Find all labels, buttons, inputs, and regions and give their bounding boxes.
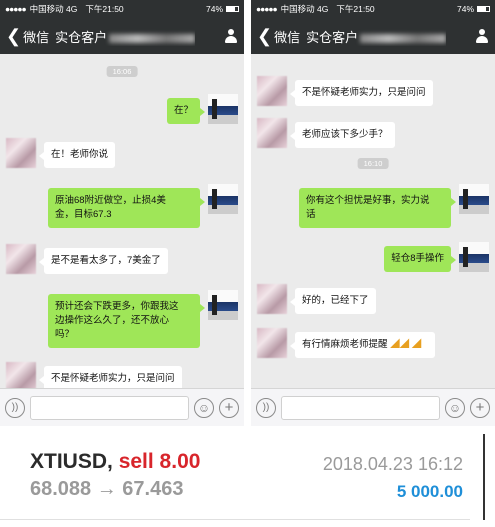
signal-icon: ●●●●●: [256, 4, 278, 14]
my-avatar[interactable]: [208, 184, 238, 214]
my-avatar[interactable]: [208, 290, 238, 320]
back-button[interactable]: 微信: [274, 27, 300, 46]
message-in: 在！老师你说: [38, 142, 116, 168]
message-list[interactable]: 不是怀疑老师实力，只是问问 老师应该下多少手？ 16:10 你有这个担忧是好事，…: [251, 54, 495, 388]
nav-bar: ❮ 微信 实仓客户: [251, 18, 495, 54]
my-avatar[interactable]: [459, 242, 489, 272]
nav-bar: ❮ 微信 实仓客户: [0, 18, 244, 54]
clap-emoji-icon: ◢◢ ◢: [390, 339, 422, 350]
message-out: 在？: [166, 98, 206, 124]
timestamp: 16:06: [106, 66, 138, 77]
message-in: 老师应该下多少手？: [290, 122, 395, 148]
trade-action: sell 8.00: [118, 450, 201, 473]
message-out: 你有这个担忧是好事，实力说话: [299, 188, 456, 228]
chat-screenshots: ●●●●● 中国移动 4G 下午21:50 74% ❮ 微信 实仓客户 16:0…: [0, 0, 495, 426]
contact-avatar[interactable]: [257, 76, 287, 106]
clock-label: 下午21:50: [336, 4, 375, 14]
open-price: 68.088: [30, 478, 92, 500]
chat-title: 实仓客户: [306, 27, 447, 46]
trade-symbol: XTIUSD,: [30, 450, 113, 473]
back-chevron-icon[interactable]: ❮: [6, 27, 21, 45]
message-out: 预计还会下跌更多，你跟我这 边操作这么久了，还不放心 吗？: [48, 294, 205, 348]
emoji-icon[interactable]: ☺: [194, 397, 214, 418]
plus-icon[interactable]: +: [219, 397, 239, 418]
timestamp: 16:10: [357, 158, 389, 169]
battery-percent: 74%: [456, 4, 474, 14]
signal-icon: ●●●●●: [5, 4, 27, 14]
emoji-icon[interactable]: ☺: [445, 397, 465, 418]
my-avatar[interactable]: [459, 184, 489, 214]
battery-icon: [226, 6, 239, 12]
message-in: 有行情麻烦老师提醒 ◢◢ ◢: [290, 332, 435, 358]
plus-icon[interactable]: +: [470, 397, 490, 418]
trade-profit: 5 000.00: [396, 482, 463, 501]
message-out: 轻仓8手操作: [384, 246, 456, 272]
trade-symbol-row: XTIUSD, sell 8.00: [30, 450, 200, 474]
message-in: 不是怀疑老师实力，只是问问: [290, 80, 433, 106]
back-chevron-icon[interactable]: ❮: [257, 27, 272, 45]
clock-label: 下午21:50: [85, 4, 124, 14]
contact-avatar[interactable]: [257, 118, 287, 148]
trade-record: XTIUSD, sell 8.00 68.088 → 67.463 2018.0…: [0, 428, 495, 527]
chat-title: 实仓客户: [55, 27, 196, 46]
input-bar: )) ☺ +: [0, 388, 244, 426]
redacted-name: [109, 33, 196, 43]
status-bar: ●●●●● 中国移动 4G 下午21:50 74%: [0, 0, 244, 18]
battery-percent: 74%: [205, 4, 223, 14]
status-bar: ●●●●● 中国移动 4G 下午21:50 74%: [251, 0, 495, 18]
message-in: 是不是看太多了，7美金了: [39, 248, 168, 274]
message-out: 原油68附近做空，止损4美 金，目标67.3: [48, 188, 205, 228]
chat-panel-right: ●●●●● 中国移动 4G 下午21:50 74% ❮ 微信 实仓客户 不是怀疑…: [251, 0, 495, 426]
trade-price-row: 68.088 → 67.463: [30, 478, 183, 501]
battery-icon: [477, 6, 490, 12]
person-icon[interactable]: [224, 29, 238, 43]
trade-datetime: 2018.04.23 16:12: [322, 454, 463, 474]
close-price: 67.463: [122, 478, 184, 500]
message-list[interactable]: 16:06 在？ 在！老师你说 原油68附近做空，止损4美 金，目标67.3 是不…: [0, 54, 244, 392]
divider: [0, 519, 470, 520]
message-input[interactable]: [281, 395, 440, 420]
contact-avatar[interactable]: [257, 328, 287, 358]
input-bar: )) ☺ +: [251, 388, 495, 426]
divider: [483, 434, 485, 520]
voice-icon[interactable]: )): [256, 397, 276, 418]
back-button[interactable]: 微信: [23, 27, 49, 46]
person-icon[interactable]: [475, 29, 489, 43]
message-input[interactable]: [30, 395, 189, 420]
my-avatar[interactable]: [208, 94, 238, 124]
contact-avatar[interactable]: [6, 244, 36, 274]
carrier-label: 中国移动 4G: [280, 4, 329, 14]
voice-icon[interactable]: )): [5, 397, 25, 418]
message-in: 好的，已经下了: [290, 288, 376, 314]
carrier-label: 中国移动 4G: [29, 4, 78, 14]
contact-avatar[interactable]: [6, 138, 36, 168]
chat-panel-left: ●●●●● 中国移动 4G 下午21:50 74% ❮ 微信 实仓客户 16:0…: [0, 0, 244, 426]
contact-avatar[interactable]: [257, 284, 287, 314]
arrow-icon: →: [96, 478, 117, 500]
redacted-name: [360, 33, 447, 43]
